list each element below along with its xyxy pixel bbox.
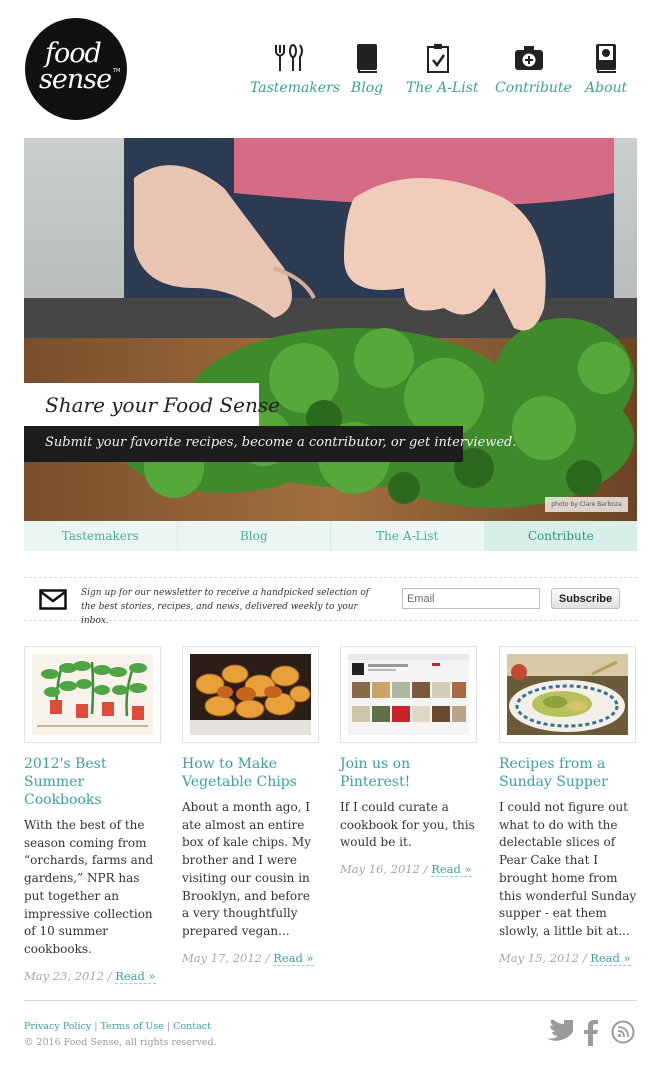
pinterest-screenshot: [348, 654, 469, 735]
article-thumbnail[interactable]: [24, 646, 161, 743]
nav-tastemakers-label: Tastemakers: [250, 80, 340, 96]
vegetable-chips-photo: [190, 654, 311, 735]
nav-contribute-label: Contribute: [495, 80, 572, 96]
read-more-link[interactable]: Read »: [273, 950, 314, 966]
read-more-link[interactable]: Read »: [590, 950, 631, 966]
nav-blog-label: Blog: [350, 80, 384, 96]
seedlings-illustration: [32, 654, 153, 735]
hero-photo-parsley: [24, 138, 637, 521]
logo-text-line1: food: [45, 38, 102, 69]
article-excerpt: If I could curate a cookbook for you, th…: [340, 800, 475, 850]
hero-subtitle: Submit your favorite recipes, become a c…: [45, 435, 517, 450]
subnav-tastemakers[interactable]: Tastemakers: [24, 521, 178, 551]
footer-separator: |: [166, 1021, 171, 1032]
contact-link[interactable]: Contact: [173, 1021, 211, 1032]
hero-subtitle-box: Submit your favorite recipes, become a c…: [24, 426, 517, 462]
article-card: 2012's Best Summer Cookbooks With the be…: [24, 646, 162, 984]
article-thumbnail[interactable]: [340, 646, 477, 743]
nav-contribute[interactable]: Contribute: [495, 42, 572, 96]
food-sense-logo[interactable]: food sense TM: [25, 18, 127, 120]
article-date: May 23, 2012 /: [24, 968, 112, 983]
article-title[interactable]: Recipes from a Sunday Supper: [499, 755, 637, 791]
article-thumbnail[interactable]: [499, 646, 636, 743]
article-date: May 16, 2012 /: [340, 862, 428, 877]
hero-title-box: Share your Food Sense: [24, 383, 280, 426]
article-thumbnail[interactable]: [182, 646, 319, 743]
article-excerpt: With the best of the season coming from …: [24, 818, 154, 956]
article-meta: May 15, 2012 / Read »: [499, 950, 637, 966]
nav-tastemakers[interactable]: Tastemakers: [250, 42, 340, 96]
newsletter-text: Sign up for our newsletter to receive a …: [81, 588, 370, 626]
terms-of-use-link[interactable]: Terms of Use: [100, 1021, 163, 1032]
article-title[interactable]: How to Make Vegetable Chips: [182, 755, 320, 791]
main-nav: Tastemakers Blog The A-List Contribute A…: [245, 42, 635, 102]
subscribe-button[interactable]: Subscribe: [551, 588, 620, 609]
hero-image: [24, 138, 637, 521]
footer-links: Privacy Policy | Terms of Use | Contact: [24, 1021, 211, 1032]
subnav-blog[interactable]: Blog: [177, 521, 331, 551]
article-meta: May 17, 2012 / Read »: [182, 950, 320, 966]
footer-divider: [24, 1000, 637, 1001]
read-more-link[interactable]: Read »: [115, 968, 156, 984]
notebook-icon: [596, 44, 616, 73]
clipboard-check-icon: [427, 44, 449, 73]
article-date: May 15, 2012 /: [499, 950, 587, 965]
article-meta: May 23, 2012 / Read »: [24, 968, 162, 984]
rss-icon[interactable]: [611, 1020, 635, 1044]
email-field[interactable]: [402, 588, 540, 609]
twitter-icon[interactable]: [545, 1020, 573, 1044]
secondary-nav: Tastemakers Blog The A-List Contribute: [24, 521, 637, 551]
nav-about-label: About: [585, 80, 628, 96]
article-card: How to Make Vegetable Chips About a mont…: [182, 646, 320, 966]
logo-text-line2: sense: [39, 64, 112, 95]
camera-plus-icon: [515, 46, 543, 70]
privacy-policy-link[interactable]: Privacy Policy: [24, 1021, 91, 1032]
photo-credit: photo by Clare Barboza: [545, 497, 628, 512]
subnav-contribute[interactable]: Contribute: [484, 521, 637, 551]
subnav-a-list[interactable]: The A-List: [331, 521, 485, 551]
book-icon: [357, 44, 377, 73]
nav-a-list-label: The A-List: [406, 80, 479, 96]
article-meta: May 16, 2012 / Read »: [340, 862, 478, 878]
article-card: Recipes from a Sunday Supper I could not…: [499, 646, 637, 966]
nav-about[interactable]: About: [585, 42, 627, 96]
nav-blog[interactable]: Blog: [348, 42, 386, 96]
article-excerpt: About a month ago, I ate almost an entir…: [182, 800, 311, 938]
footer-separator: |: [94, 1021, 98, 1032]
article-excerpt: I could not figure out what to do with t…: [499, 800, 637, 938]
logo-trademark: TM: [113, 68, 121, 74]
hero-title: Share your Food Sense: [45, 393, 280, 417]
facebook-icon[interactable]: [583, 1020, 599, 1046]
article-card: Join us on Pinterest! If I could curate …: [340, 646, 478, 878]
article-title[interactable]: Join us on Pinterest!: [340, 755, 478, 791]
newsletter-bar: Sign up for our newsletter to receive a …: [24, 577, 637, 626]
read-more-link[interactable]: Read »: [431, 862, 472, 878]
article-date: May 17, 2012 /: [182, 950, 270, 965]
sunday-supper-photo: [507, 654, 628, 735]
utensils-icon: [275, 44, 303, 71]
nav-a-list[interactable]: The A-List: [406, 42, 479, 96]
article-title[interactable]: 2012's Best Summer Cookbooks: [24, 755, 162, 809]
copyright: © 2016 Food Sense, all rights reserved.: [24, 1037, 217, 1048]
envelope-icon: [39, 589, 67, 610]
